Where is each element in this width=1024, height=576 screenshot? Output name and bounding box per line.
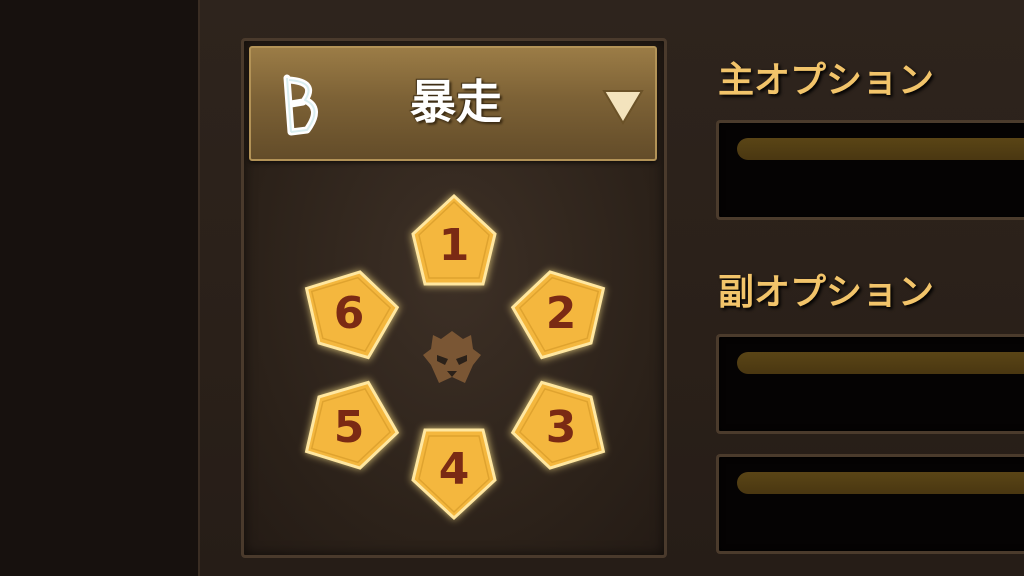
sub-option-bar-2 — [737, 472, 1024, 494]
rune-slot-shape — [509, 379, 606, 470]
rune-slot-shape — [411, 193, 497, 286]
rune-slot-3[interactable]: 3 — [506, 372, 616, 482]
rune-slot-2[interactable]: 2 — [506, 258, 616, 368]
main-option-title: 主オプション — [718, 60, 935, 101]
sub-option-bar-1 — [737, 352, 1024, 374]
rune-slot-shape — [304, 379, 401, 470]
rune-slot-shape — [411, 428, 497, 521]
sub-option-box-2[interactable] — [716, 454, 1024, 554]
main-option-bar — [737, 138, 1024, 160]
rune-slot-selector: 123456 — [249, 170, 657, 550]
main-option-box[interactable] — [716, 120, 1024, 220]
triangle-down-icon — [602, 90, 644, 125]
rune-slot-1[interactable]: 1 — [399, 190, 509, 300]
rune-slot-4[interactable]: 4 — [399, 414, 509, 524]
rune-filter-screen: 暴走 123456 主オプション 副オプション — [0, 0, 1024, 576]
violent-rune-icon — [283, 74, 318, 136]
rune-slot-5[interactable]: 5 — [294, 372, 404, 482]
sub-option-box-1[interactable] — [716, 334, 1024, 434]
rune-slot-shape — [304, 270, 401, 361]
rune-slot-6[interactable]: 6 — [294, 258, 404, 368]
sub-option-title: 副オプション — [718, 272, 935, 313]
rune-slot-shape — [509, 270, 606, 361]
monster-mask-icon — [423, 331, 481, 383]
rune-set-dropdown[interactable]: 暴走 — [249, 46, 657, 161]
rune-set-name: 暴走 — [410, 75, 502, 129]
left-background — [0, 0, 198, 576]
